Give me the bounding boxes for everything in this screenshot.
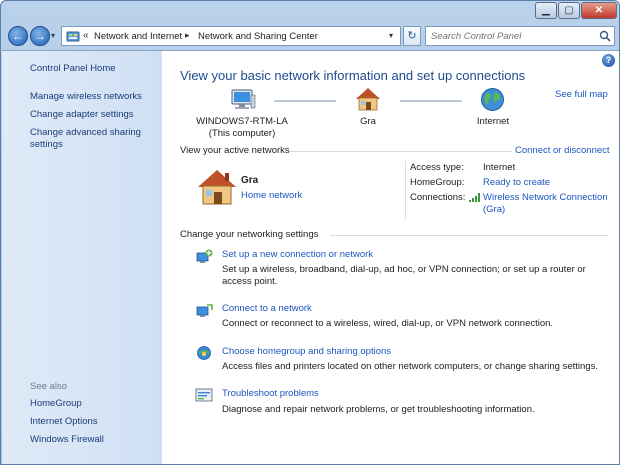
see-also-label: See also — [30, 381, 67, 392]
new-connection-icon[interactable] — [195, 249, 213, 265]
window-frame: ▁ ▢ ✕ ← → ▾ « Network and Internet ▸ Net… — [0, 0, 620, 465]
page-title: View your basic network information and … — [180, 68, 526, 83]
navigation-row: ← → ▾ « Network and Internet ▸ Network a… — [1, 23, 619, 49]
section-divider — [290, 151, 512, 152]
globe-icon[interactable] — [480, 87, 505, 112]
connect-or-disconnect-link[interactable]: Connect or disconnect — [515, 145, 610, 156]
task-homegroup-sharing-link[interactable]: Choose homegroup and sharing options — [222, 346, 391, 357]
task-troubleshoot-desc: Diagnose and repair network problems, or… — [222, 404, 535, 415]
address-dropdown-icon[interactable]: ▾ — [389, 31, 393, 40]
access-type-value: Internet — [483, 162, 516, 173]
task-connect-network-desc: Connect or reconnect to a wireless, wire… — [222, 318, 554, 329]
sidebar-item-control-panel-home[interactable]: Control Panel Home — [30, 63, 116, 74]
refresh-button[interactable]: ↻ — [403, 26, 421, 46]
connect-network-icon[interactable] — [195, 303, 213, 319]
recent-pages-dropdown[interactable]: ▾ — [51, 31, 55, 40]
title-bar: ▁ ▢ ✕ — [1, 1, 619, 21]
network-type-link[interactable]: Home network — [241, 190, 302, 201]
sidebar-item-manage-wireless-networks[interactable]: Manage wireless networks — [30, 91, 142, 102]
breadcrumb-network-and-sharing-center[interactable]: Network and Sharing Center — [198, 31, 318, 42]
access-type-label: Access type: — [410, 162, 464, 173]
connections-label: Connections: — [410, 192, 466, 203]
change-settings-heading: Change your networking settings — [180, 229, 319, 240]
search-icon[interactable] — [599, 30, 611, 42]
computer-name-label: WINDOWS7-RTM-LA — [196, 116, 288, 127]
task-setup-connection-desc: Set up a wireless, broadband, dial-up, a… — [222, 264, 586, 287]
breadcrumb-separator[interactable]: ▸ — [185, 30, 190, 41]
back-button[interactable]: ← — [8, 26, 28, 46]
wifi-signal-icon — [469, 193, 480, 202]
map-connector-line — [400, 100, 462, 102]
homegroup-ready-link[interactable]: Ready to create — [483, 177, 550, 188]
sidebar-item-change-advanced-sharing[interactable]: Change advanced sharing settings — [30, 127, 150, 151]
sidebar-item-windows-firewall[interactable]: Windows Firewall — [30, 434, 104, 445]
homegroup-sharing-icon[interactable] — [195, 345, 213, 361]
content-area: Control Panel Home Manage wireless netwo… — [2, 50, 619, 464]
minimize-button[interactable]: ▁ — [535, 2, 557, 19]
sidebar-item-change-adapter-settings[interactable]: Change adapter settings — [30, 109, 134, 120]
task-troubleshoot-link[interactable]: Troubleshoot problems — [222, 388, 319, 399]
task-connect-network-link[interactable]: Connect to a network — [222, 303, 312, 314]
search-box[interactable] — [425, 26, 615, 46]
internet-label: Internet — [476, 116, 510, 127]
active-network-name: Gra — [241, 175, 259, 186]
map-connector-line — [274, 100, 336, 102]
troubleshoot-icon[interactable] — [195, 387, 213, 403]
maximize-button[interactable]: ▢ — [558, 2, 580, 19]
close-button[interactable]: ✕ — [581, 2, 617, 19]
task-homegroup-sharing-desc: Access files and printers located on oth… — [222, 361, 598, 372]
homegroup-label: HomeGroup: — [410, 177, 465, 188]
sidebar: Control Panel Home Manage wireless netwo… — [2, 51, 162, 464]
main-panel: ? View your basic network information an… — [162, 51, 619, 464]
active-networks-heading: View your active networks — [180, 145, 290, 156]
map-network-label: Gra — [360, 116, 376, 127]
sidebar-item-internet-options[interactable]: Internet Options — [30, 416, 98, 427]
this-computer-label: (This computer) — [208, 128, 276, 139]
address-chevron[interactable]: « — [83, 30, 89, 41]
section-divider — [330, 235, 608, 236]
breadcrumb-network-and-internet[interactable]: Network and Internet — [94, 31, 182, 42]
details-divider — [405, 161, 406, 219]
address-bar[interactable]: « Network and Internet ▸ Network and Sha… — [61, 26, 401, 46]
computer-icon — [231, 89, 256, 109]
search-input[interactable] — [426, 27, 586, 45]
forward-button[interactable]: → — [30, 26, 50, 46]
task-setup-connection-link[interactable]: Set up a new connection or network — [222, 249, 373, 260]
wireless-connection-link[interactable]: Wireless Network Connection (Gra) — [483, 192, 613, 216]
help-icon[interactable]: ? — [602, 54, 615, 67]
control-panel-icon — [66, 31, 80, 42]
house-icon[interactable] — [355, 87, 381, 111]
house-icon[interactable] — [197, 169, 237, 205]
see-full-map-link[interactable]: See full map — [555, 89, 608, 100]
sidebar-item-homegroup[interactable]: HomeGroup — [30, 398, 82, 409]
